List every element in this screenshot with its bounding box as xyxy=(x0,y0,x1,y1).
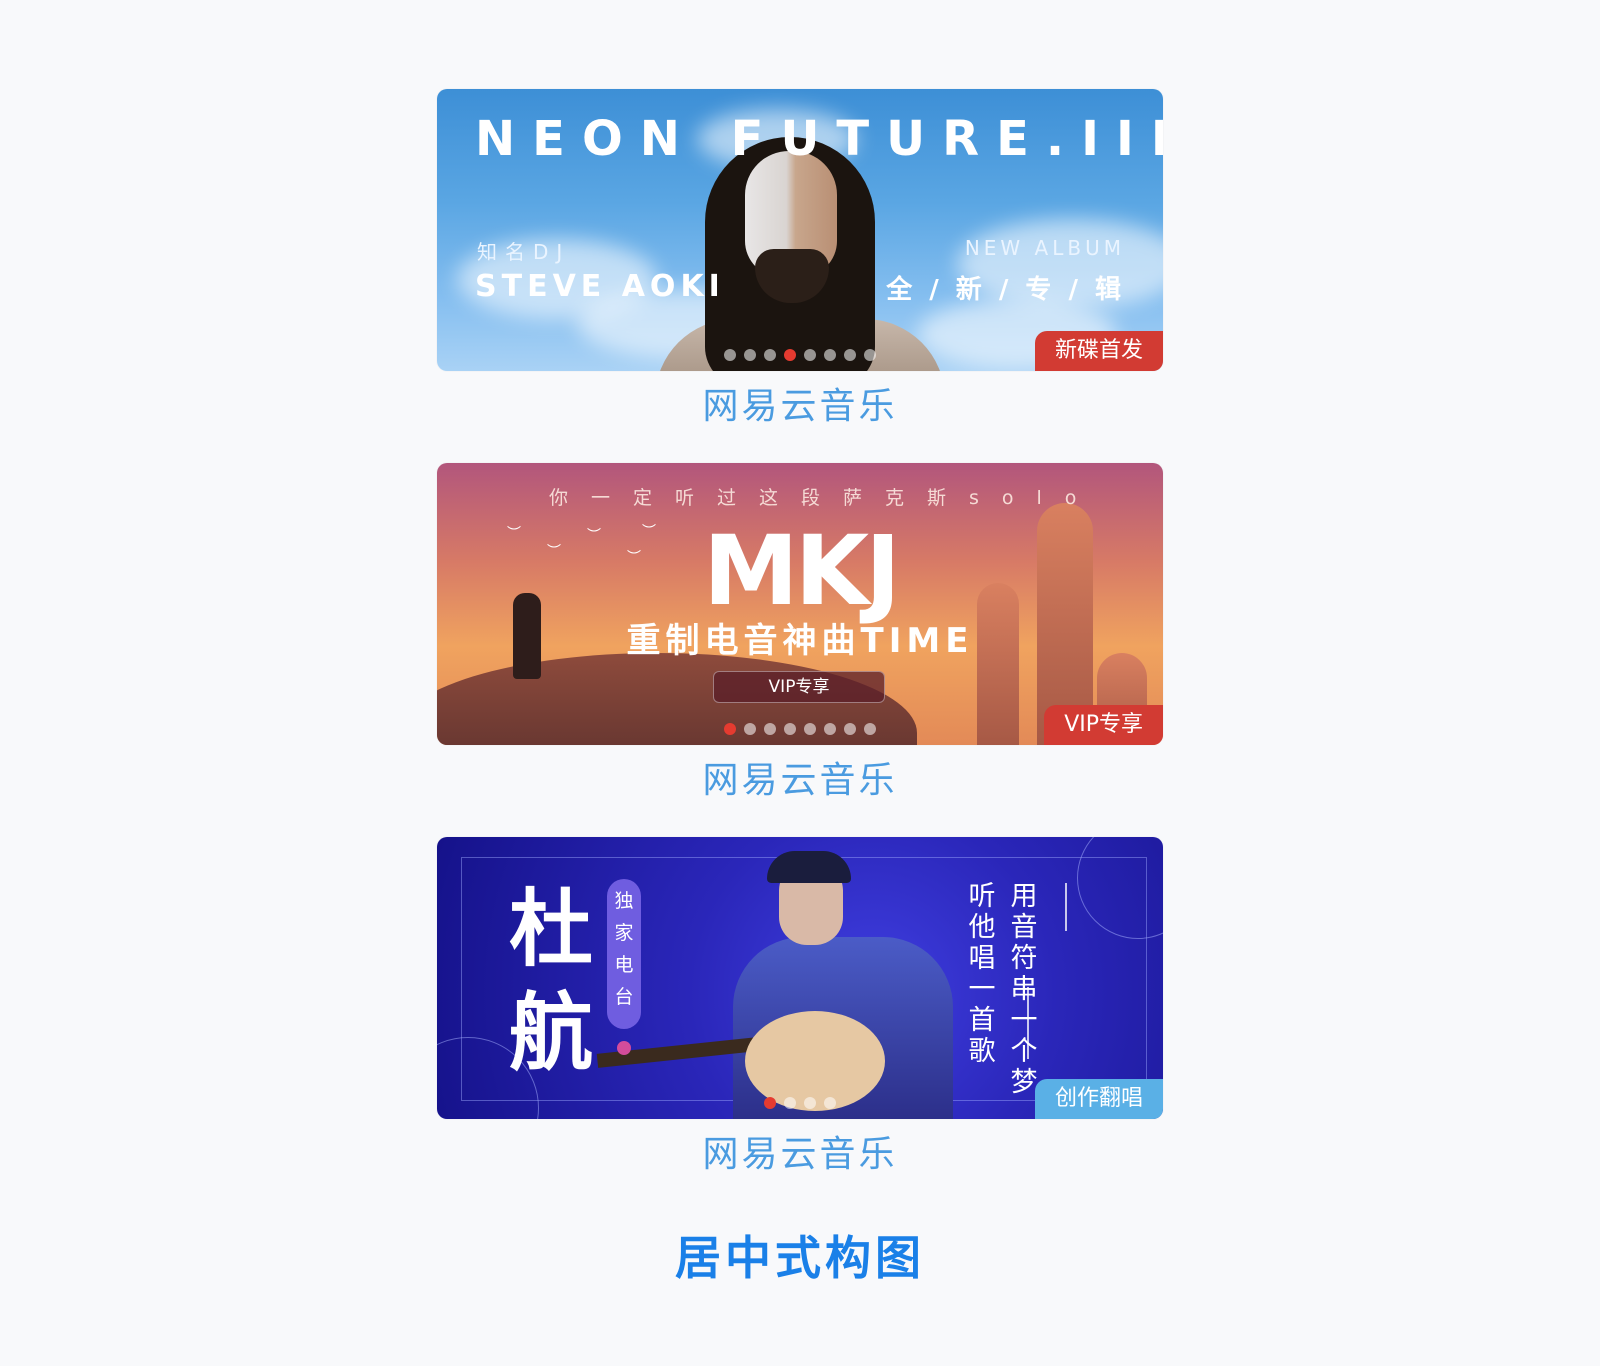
banner-tag: 新碟首发 xyxy=(1034,331,1163,371)
carousel-dot[interactable] xyxy=(744,349,756,361)
carousel-dot-active[interactable] xyxy=(764,1097,776,1109)
carousel-dot[interactable] xyxy=(824,1097,836,1109)
carousel-dot[interactable] xyxy=(804,723,816,735)
carousel-dot[interactable] xyxy=(744,723,756,735)
carousel-dot[interactable] xyxy=(764,723,776,735)
verse-line-2: 用音符串一个梦 xyxy=(1010,881,1038,1098)
guitar xyxy=(745,1011,885,1111)
banner-duhang[interactable]: 杜航 独家电台 听他唱一首歌 用音符串一个梦 创作翻唱 xyxy=(437,837,1163,1119)
artist-name: STEVE AOKI xyxy=(475,269,725,304)
banner-tag: 创作翻唱 xyxy=(1034,1079,1163,1119)
verse-line-1: 听他唱一首歌 xyxy=(968,881,996,1067)
carousel-dot-active[interactable] xyxy=(724,723,736,735)
carousel-dot-active[interactable] xyxy=(784,349,796,361)
radio-label: 独家电台 xyxy=(614,890,634,1008)
album-label: NEW ALBUM xyxy=(964,236,1125,260)
album-label-cn: 全 / 新 / 专 / 辑 xyxy=(886,275,1125,305)
verse-divider xyxy=(1065,883,1067,931)
carousel-dot[interactable] xyxy=(824,349,836,361)
carousel-dot[interactable] xyxy=(844,349,856,361)
artist-role: 知名DJ xyxy=(477,240,571,264)
singer-cap xyxy=(767,851,851,883)
banner-caption: 网易云音乐 xyxy=(702,760,898,801)
carousel-dot[interactable] xyxy=(764,349,776,361)
artist-name: 杜航 xyxy=(509,880,594,1082)
carousel-dot[interactable] xyxy=(804,349,816,361)
banner-card-2: ︶ ︶ ︶ ︶ ︶ 你一定听过这段萨克斯solo MKJ 重制电音神曲TIME … xyxy=(437,463,1163,803)
carousel-dot[interactable] xyxy=(784,723,796,735)
vip-button[interactable]: VIP专享 xyxy=(713,671,885,703)
banner-headline: MKJ xyxy=(703,515,901,627)
banner-card-3: 杜航 独家电台 听他唱一首歌 用音符串一个梦 创作翻唱 网易云音乐 xyxy=(437,837,1163,1177)
verse-divider xyxy=(1027,987,1029,1059)
carousel-dot[interactable] xyxy=(824,723,836,735)
banner-card-1: NEON FUTURE.III 知名DJ STEVE AOKI NEW ALBU… xyxy=(437,89,1163,429)
carousel-dot[interactable] xyxy=(784,1097,796,1109)
carousel-dot[interactable] xyxy=(804,1097,816,1109)
exclamation-dot xyxy=(617,1041,631,1055)
banner-subheadline: 重制电音神曲TIME xyxy=(626,621,974,661)
banner-tagline: 你一定听过这段萨克斯solo xyxy=(549,487,1100,509)
carousel-dot[interactable] xyxy=(864,723,876,735)
carousel-dot[interactable] xyxy=(844,723,856,735)
banner-mkj[interactable]: ︶ ︶ ︶ ︶ ︶ 你一定听过这段萨克斯solo MKJ 重制电音神曲TIME … xyxy=(437,463,1163,745)
page-title: 居中式构图 xyxy=(675,1231,925,1285)
carousel-dot[interactable] xyxy=(864,349,876,361)
banner-caption: 网易云音乐 xyxy=(702,1134,898,1175)
banner-neon-future[interactable]: NEON FUTURE.III 知名DJ STEVE AOKI NEW ALBU… xyxy=(437,89,1163,371)
banner-title: NEON FUTURE.III xyxy=(475,111,1163,167)
carousel-dot[interactable] xyxy=(724,349,736,361)
banner-caption: 网易云音乐 xyxy=(702,386,898,427)
banner-tag: VIP专享 xyxy=(1044,705,1163,745)
